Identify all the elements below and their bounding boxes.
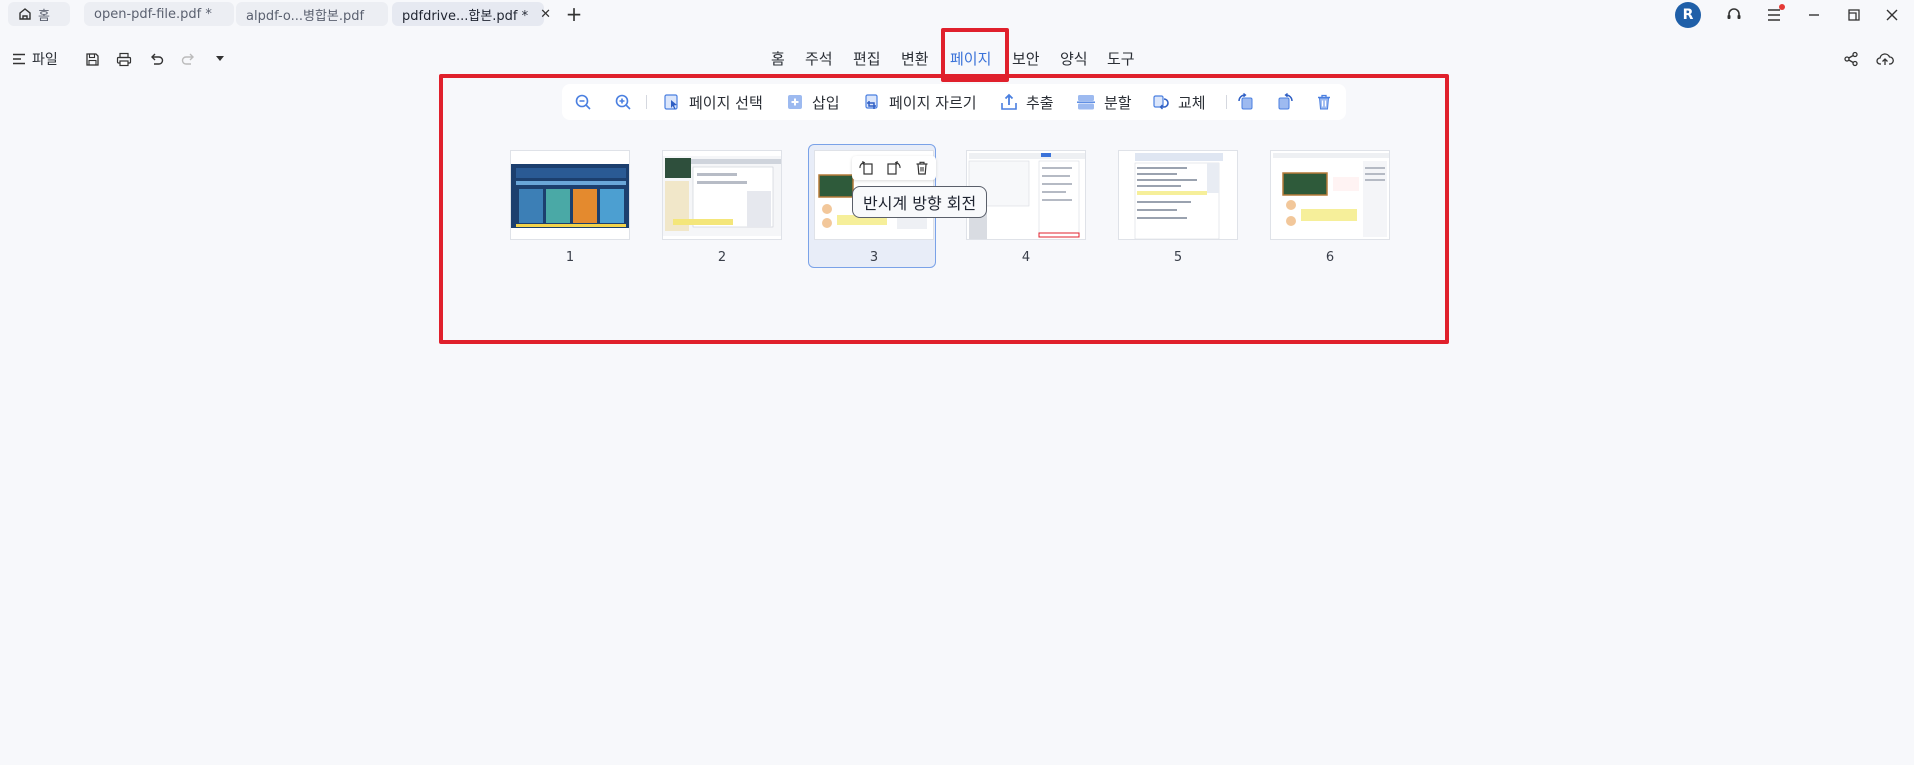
add-tab-button[interactable]: + xyxy=(563,3,585,25)
rotate-clockwise-icon xyxy=(1278,93,1293,110)
page-thumbnail-image xyxy=(1270,150,1390,240)
crop-pages-icon xyxy=(865,94,878,109)
tab-home[interactable]: 홈 xyxy=(8,2,70,26)
home-icon xyxy=(19,8,31,20)
minimize-icon[interactable] xyxy=(1804,5,1824,25)
replace-button[interactable]: 교체 xyxy=(1152,92,1206,112)
avatar[interactable]: R xyxy=(1675,2,1701,28)
page-thumbnail-image xyxy=(662,150,782,240)
trash-icon[interactable] xyxy=(911,157,933,179)
zoom-in-button[interactable] xyxy=(614,92,640,112)
zoom-in-icon xyxy=(615,94,631,110)
tab-document-3-label: pdfdrive...합본.pdf * xyxy=(402,8,529,24)
close-window-icon[interactable] xyxy=(1882,5,1902,25)
split-icon xyxy=(1077,95,1095,110)
page-number: 5 xyxy=(1173,250,1183,265)
zoom-out-button[interactable] xyxy=(574,92,600,112)
page-number: 1 xyxy=(565,250,575,265)
trash-icon xyxy=(1318,94,1330,110)
page-thumbnail-5[interactable]: 5 xyxy=(1118,150,1246,270)
restore-icon[interactable] xyxy=(1844,5,1864,25)
replace-icon xyxy=(1153,95,1169,110)
crop-pages-label: 페이지 자르기 xyxy=(889,93,977,112)
page-thumbnail-6[interactable]: 6 xyxy=(1270,150,1398,270)
ribbon-separator xyxy=(646,95,647,109)
extract-button[interactable]: 추출 xyxy=(1000,92,1054,112)
page-ribbon: 페이지 선택 삽입 페이지 자르기 추출 분할 교체 xyxy=(562,84,1346,120)
page-number: 6 xyxy=(1325,250,1335,265)
tab-document-2-label: alpdf-o...병합본.pdf xyxy=(246,8,365,24)
tab-home-label: 홈 xyxy=(38,8,50,24)
share-icon[interactable] xyxy=(1840,48,1862,70)
page-thumbnail-image xyxy=(1118,150,1238,240)
insert-page-icon xyxy=(788,95,802,109)
page-number: 4 xyxy=(1021,250,1031,265)
page-thumbnail-2[interactable]: 2 xyxy=(662,150,790,270)
menu-security[interactable]: 보안 xyxy=(1012,48,1040,69)
menu-tools[interactable]: 도구 xyxy=(1107,48,1135,69)
notification-dot xyxy=(1779,4,1785,10)
split-button[interactable]: 분할 xyxy=(1076,92,1132,112)
delete-page-button[interactable] xyxy=(1315,92,1341,112)
zoom-out-icon xyxy=(575,94,591,110)
menu-home[interactable]: 홈 xyxy=(771,48,785,69)
menu-edit[interactable]: 편집 xyxy=(853,48,881,69)
insert-button[interactable]: 삽입 xyxy=(786,92,840,112)
page-thumbnail-image xyxy=(510,150,630,240)
close-tab-icon[interactable]: ✕ xyxy=(540,7,551,22)
rotate-left-button[interactable] xyxy=(1237,92,1263,112)
tab-document-2[interactable]: alpdf-o...병합본.pdf xyxy=(236,2,388,26)
rotate-counterclockwise-icon xyxy=(1238,93,1253,110)
page-hover-toolbar xyxy=(852,156,936,180)
crop-pages-button[interactable]: 페이지 자르기 xyxy=(863,92,977,112)
tab-bar: 홈 open-pdf-file.pdf * alpdf-o...병합본.pdf … xyxy=(0,0,1914,30)
tooltip: 반시계 방향 회전 xyxy=(852,186,988,218)
select-pages-label: 페이지 선택 xyxy=(689,93,763,112)
insert-label: 삽입 xyxy=(812,93,840,112)
extract-icon xyxy=(1001,93,1017,110)
tab-document-3[interactable]: pdfdrive...합본.pdf * ✕ xyxy=(392,2,551,26)
page-number: 3 xyxy=(869,250,879,265)
ribbon-separator xyxy=(1226,95,1227,109)
replace-label: 교체 xyxy=(1178,93,1206,112)
support-icon[interactable] xyxy=(1724,5,1744,25)
menu-convert[interactable]: 변환 xyxy=(901,48,929,69)
select-pages-icon xyxy=(664,94,678,110)
rotate-counterclockwise-icon[interactable] xyxy=(855,157,877,179)
menu-annotate[interactable]: 주석 xyxy=(805,48,833,69)
rotate-clockwise-icon[interactable] xyxy=(883,157,905,179)
select-pages-button[interactable]: 페이지 선택 xyxy=(663,92,763,112)
menu-icon[interactable] xyxy=(1764,4,1785,25)
page-thumbnail-1[interactable]: 1 xyxy=(510,150,638,270)
tab-document-1[interactable]: open-pdf-file.pdf * xyxy=(84,2,234,26)
cloud-upload-icon[interactable] xyxy=(1874,48,1896,70)
page-number: 2 xyxy=(717,250,727,265)
extract-label: 추출 xyxy=(1026,93,1054,112)
tab-document-1-label: open-pdf-file.pdf * xyxy=(94,6,212,22)
split-label: 분할 xyxy=(1104,93,1132,112)
menu-form[interactable]: 양식 xyxy=(1060,48,1088,69)
rotate-right-button[interactable] xyxy=(1276,92,1302,112)
